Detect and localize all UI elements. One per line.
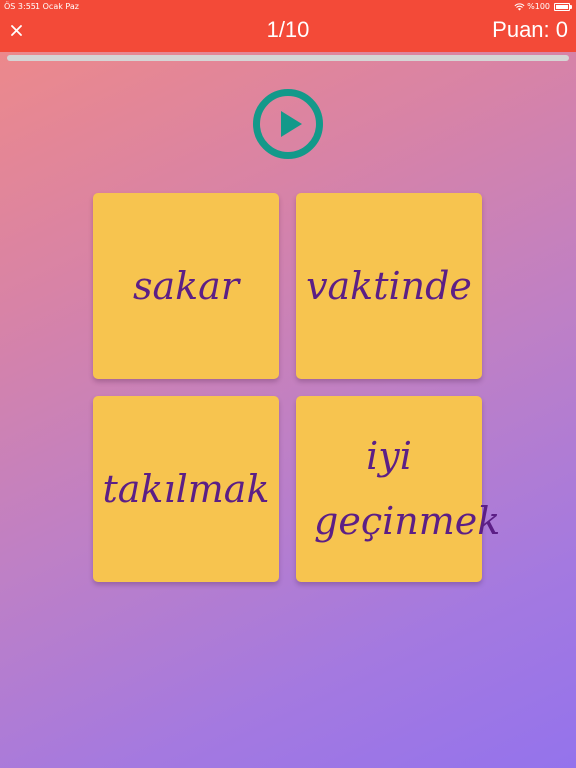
wifi-icon xyxy=(514,2,525,11)
battery-percent: %100 xyxy=(527,2,550,11)
answer-card-label: sakar xyxy=(132,263,239,308)
answer-card-label: vaktinde xyxy=(306,263,472,308)
answer-card-takilmak[interactable]: takılmak xyxy=(93,396,279,582)
status-indicators: %100 xyxy=(514,2,572,11)
answer-card-sakar[interactable]: sakar xyxy=(93,193,279,379)
score-label: Puan: 0 xyxy=(492,17,568,42)
answer-card-iyi-gecinmek[interactable]: iyi geçinmek xyxy=(296,396,501,582)
status-date: 1 Ocak Paz xyxy=(35,2,79,11)
answer-card-vaktinde[interactable]: vaktinde xyxy=(296,193,482,379)
battery-icon xyxy=(554,2,572,11)
play-icon xyxy=(253,89,323,159)
top-bar: ÖS 3:55 1 Ocak Paz %100 1/10 Puan: 0 xyxy=(0,0,576,52)
answer-card-label: iyi geçinmek xyxy=(314,434,501,543)
progress-bar xyxy=(7,55,569,61)
status-time: ÖS 3:55 xyxy=(4,2,36,11)
question-counter: 1/10 xyxy=(266,17,310,42)
play-audio-button[interactable] xyxy=(252,88,324,160)
answer-card-label: takılmak xyxy=(102,466,270,511)
